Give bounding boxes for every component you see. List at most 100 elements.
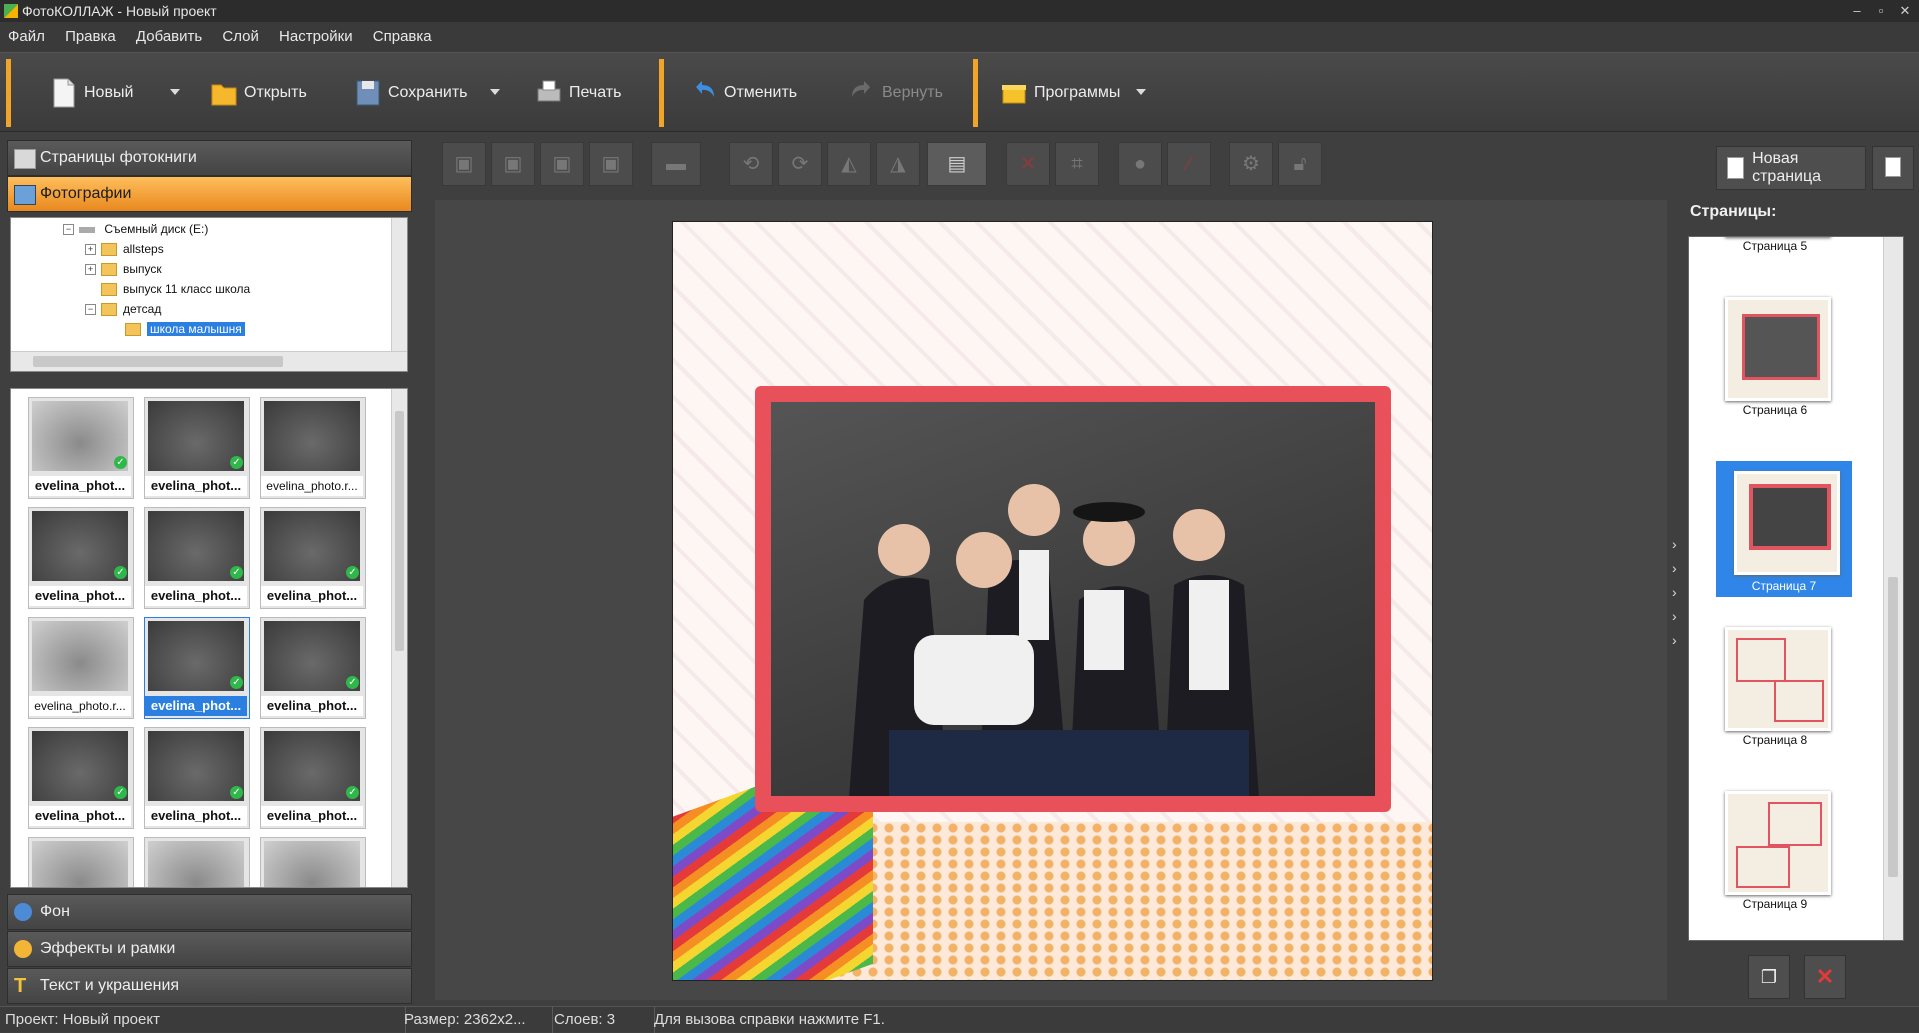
open-label: Открыть: [244, 84, 307, 101]
photo-thumbnail[interactable]: ✓ evelina_phot...: [28, 727, 134, 829]
page-thumbnail[interactable]: Страница 5: [1713, 237, 1843, 257]
new-dropdown-arrow[interactable]: [170, 89, 180, 95]
tree-item-vypusk[interactable]: + выпуск: [85, 260, 162, 278]
status-layers: Слоев: 3: [548, 1007, 655, 1033]
bring-to-front-icon[interactable]: ▣: [442, 142, 486, 186]
collage-canvas[interactable]: [672, 221, 1433, 981]
toolbar-separator: [6, 59, 11, 127]
print-button[interactable]: Печать: [535, 69, 621, 117]
page-thumbnail[interactable]: Страница 6: [1713, 291, 1843, 421]
remove-effect-icon[interactable]: ⁄: [1167, 142, 1211, 186]
page-thumbnail[interactable]: Страница 9: [1713, 785, 1843, 915]
collapse-icon[interactable]: −: [63, 224, 74, 235]
section-effects[interactable]: Эффекты и рамки: [7, 931, 412, 967]
close-icon[interactable]: ✕: [1894, 0, 1916, 22]
menu-help[interactable]: Справка: [365, 22, 440, 52]
photo-thumbnail[interactable]: ✓ evelina_phot...: [144, 507, 250, 609]
tree-item-drive[interactable]: − Съемный диск (E:): [63, 220, 208, 238]
photo-thumbnail[interactable]: ✓ evelina_phot...: [28, 507, 134, 609]
page-thumbnail-selected[interactable]: Страница 7: [1716, 461, 1852, 597]
thumbnails-scrollbar[interactable]: [391, 389, 407, 887]
status-hint: Для вызова справки нажмите F1.: [654, 1011, 885, 1028]
programs-dropdown-arrow[interactable]: [1136, 89, 1146, 95]
photo-thumbnail[interactable]: evelina_photo.r...: [28, 617, 134, 719]
scrollbar-thumb[interactable]: [33, 356, 283, 367]
section-background-label: Фон: [40, 903, 70, 920]
menu-edit[interactable]: Правка: [57, 22, 124, 52]
delete-page-button[interactable]: ✕: [1804, 955, 1846, 999]
tree-item-shkola-malyshnya[interactable]: школа малышня: [125, 320, 245, 338]
folder-icon: [101, 263, 117, 277]
settings-gear-icon[interactable]: ⚙: [1229, 142, 1273, 186]
crop-icon[interactable]: ⌗: [1055, 142, 1099, 186]
duplicate-page-button[interactable]: ❐: [1748, 955, 1790, 999]
lock-icon[interactable]: 🔓︎: [1278, 142, 1322, 186]
programs-button[interactable]: Программы: [1000, 69, 1120, 117]
minimize-icon[interactable]: –: [1846, 0, 1868, 22]
expand-icon[interactable]: +: [85, 244, 96, 255]
panel-collapse-arrows[interactable]: › › › › ›: [1672, 532, 1684, 652]
photo-thumbnail[interactable]: ✓ evelina_phot...: [260, 617, 366, 719]
section-photobook-pages[interactable]: Страницы фотокниги: [7, 140, 412, 176]
menu-layer[interactable]: Слой: [214, 22, 266, 52]
scrollbar-thumb[interactable]: [395, 411, 404, 651]
save-button[interactable]: Сохранить: [354, 69, 468, 117]
page-settings-button[interactable]: [1872, 146, 1914, 190]
page-label: Страница 8: [1742, 733, 1808, 747]
tree-vertical-scrollbar[interactable]: [391, 218, 407, 351]
menu-add[interactable]: Добавить: [128, 22, 210, 52]
tree-item-allsteps[interactable]: + allsteps: [85, 240, 164, 258]
tree-item-detsad[interactable]: − детсад: [85, 300, 161, 318]
undo-button[interactable]: Отменить: [690, 69, 797, 117]
layer-fill-icon[interactable]: ▤: [927, 142, 987, 186]
expand-icon[interactable]: +: [85, 264, 96, 275]
check-icon: ✓: [114, 456, 127, 469]
check-icon: ✓: [230, 676, 243, 689]
photo-thumbnail[interactable]: ✓ evelina_phot...: [144, 397, 250, 499]
flip-vertical-icon[interactable]: ◮: [876, 142, 920, 186]
tree-horizontal-scrollbar[interactable]: [11, 351, 407, 371]
menu-settings[interactable]: Настройки: [271, 22, 361, 52]
tree-item-vypusk-11[interactable]: выпуск 11 класс школа: [101, 280, 250, 298]
menu-file[interactable]: Файл: [0, 22, 53, 52]
photo-thumbnail[interactable]: ✓ evelina_phot...: [28, 397, 134, 499]
redo-button[interactable]: Вернуть: [848, 69, 943, 117]
page-label: Страница 5: [1742, 239, 1808, 253]
photo-thumbnail[interactable]: [144, 837, 250, 887]
thumbnail-caption: evelina_phot...: [145, 476, 247, 496]
effects-icon[interactable]: ●: [1118, 142, 1162, 186]
photo-thumbnail[interactable]: ✓ evelina_phot...: [260, 727, 366, 829]
section-photos[interactable]: Фотографии: [7, 176, 412, 212]
open-button[interactable]: Открыть: [210, 69, 307, 117]
page-label: Страница 6: [1742, 403, 1808, 417]
collapse-icon[interactable]: −: [85, 304, 96, 315]
delete-icon[interactable]: ✕: [1006, 142, 1050, 186]
send-backward-icon[interactable]: ▣: [540, 142, 584, 186]
photo-thumbnail[interactable]: [28, 837, 134, 887]
photo-thumbnail[interactable]: [260, 837, 366, 887]
thumbnail-caption: evelina_phot...: [261, 806, 363, 826]
rotate-left-icon[interactable]: ⟲: [729, 142, 773, 186]
pages-scrollbar[interactable]: [1883, 237, 1903, 940]
page-label: Страница 9: [1742, 897, 1808, 911]
flip-horizontal-icon[interactable]: ◭: [827, 142, 871, 186]
new-page-button[interactable]: Новая страница: [1716, 146, 1866, 190]
photo-thumbnail[interactable]: ✓ evelina_phot...: [144, 727, 250, 829]
send-to-back-icon[interactable]: ▣: [589, 142, 633, 186]
section-text[interactable]: T Текст и украшения: [7, 968, 412, 1004]
check-icon: ✓: [346, 566, 359, 579]
section-background[interactable]: Фон: [7, 894, 412, 930]
restore-icon[interactable]: ▫: [1870, 0, 1892, 22]
scrollbar-thumb[interactable]: [1888, 577, 1898, 877]
photo-thumbnail[interactable]: evelina_photo.r...: [260, 397, 366, 499]
save-dropdown-arrow[interactable]: [490, 89, 500, 95]
thumbnail-caption: evelina_photo.r...: [29, 696, 131, 716]
photo-thumbnail-selected[interactable]: ✓ evelina_phot...: [144, 617, 250, 719]
new-button[interactable]: Новый: [50, 69, 133, 117]
photo-thumbnail[interactable]: ✓ evelina_phot...: [260, 507, 366, 609]
rotate-right-icon[interactable]: ⟳: [778, 142, 822, 186]
align-icon[interactable]: ▬: [651, 142, 701, 186]
page-thumbnail[interactable]: Страница 8: [1713, 621, 1843, 751]
bring-forward-icon[interactable]: ▣: [491, 142, 535, 186]
app-icon: [4, 4, 18, 18]
